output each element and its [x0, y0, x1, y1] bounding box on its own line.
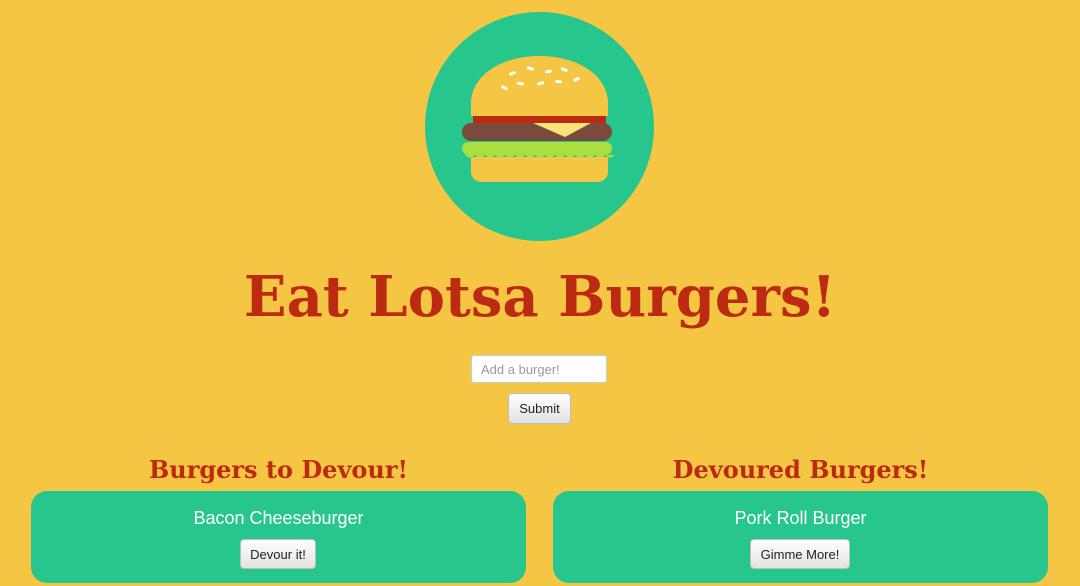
- page: Eat Lotsa Burgers! Submit Burgers to Dev…: [0, 0, 1080, 586]
- submit-button[interactable]: Submit: [508, 393, 571, 424]
- devour-button[interactable]: Devour it!: [240, 539, 316, 569]
- burger-icon: [425, 12, 654, 241]
- gimme-more-button[interactable]: Gimme More!: [750, 539, 850, 569]
- to-devour-heading: Burgers to Devour!: [148, 455, 409, 484]
- devoured-heading: Devoured Burgers!: [672, 455, 929, 484]
- burger-name: Pork Roll Burger: [734, 508, 867, 528]
- add-burger-input[interactable]: [471, 355, 607, 383]
- burger-logo: [425, 12, 654, 241]
- page-title: Eat Lotsa Burgers!: [243, 264, 837, 330]
- burger-card-to-devour: Bacon Cheeseburger Devour it!: [31, 491, 526, 583]
- burger-card-devoured: Pork Roll Burger Gimme More!: [553, 491, 1048, 583]
- burger-name: Bacon Cheeseburger: [193, 508, 364, 528]
